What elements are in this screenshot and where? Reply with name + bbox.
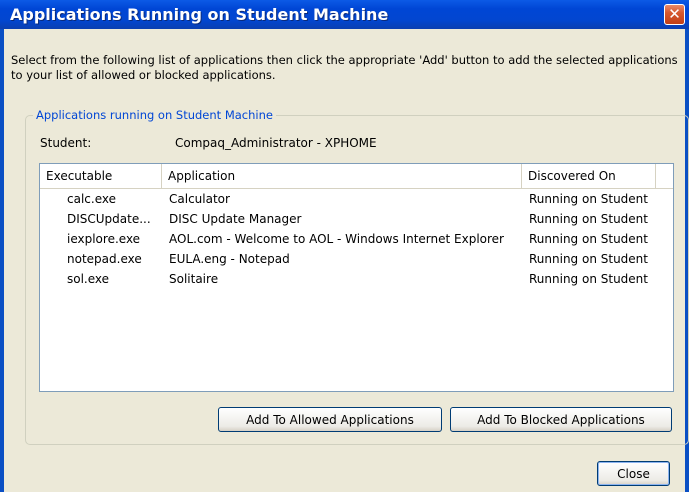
table-row[interactable]: DISCUpdate... DISC Update Manager Runnin… [40, 209, 673, 229]
table-row[interactable]: iexplore.exe AOL.com - Welcome to AOL - … [40, 229, 673, 249]
groupbox-legend: Applications running on Student Machine [33, 108, 276, 122]
cell-executable: sol.exe [67, 272, 110, 286]
cell-executable: calc.exe [67, 192, 116, 206]
column-header-application[interactable]: Application [162, 164, 522, 188]
cell-application: EULA.eng - Notepad [169, 252, 290, 266]
table-row[interactable]: notepad.exe EULA.eng - Notepad Running o… [40, 249, 673, 269]
cell-executable: notepad.exe [67, 252, 142, 266]
cell-executable: iexplore.exe [67, 232, 141, 246]
cell-application: AOL.com - Welcome to AOL - Windows Inter… [169, 232, 504, 246]
cell-discovered-on: Running on Student [529, 232, 648, 246]
dialog-window: Applications Running on Student Machine … [0, 0, 689, 492]
cell-application: DISC Update Manager [169, 212, 302, 226]
close-button[interactable]: Close [597, 461, 670, 486]
title-bar[interactable]: Applications Running on Student Machine … [0, 0, 689, 29]
cell-application: Solitaire [169, 272, 219, 286]
student-label: Student: [40, 136, 92, 150]
column-header-executable[interactable]: Executable [40, 164, 162, 188]
cell-discovered-on: Running on Student [529, 272, 648, 286]
student-value: Compaq_Administrator - XPHOME [175, 136, 377, 150]
add-to-allowed-button[interactable]: Add To Allowed Applications [218, 407, 442, 432]
cell-discovered-on: Running on Student [529, 192, 648, 206]
cell-application: Calculator [169, 192, 230, 206]
list-header: Executable Application Discovered On [40, 164, 673, 189]
window-title: Applications Running on Student Machine [10, 5, 389, 24]
add-to-blocked-button[interactable]: Add To Blocked Applications [450, 407, 672, 432]
cell-discovered-on: Running on Student [529, 212, 648, 226]
table-row[interactable]: calc.exe Calculator Running on Student [40, 189, 673, 209]
column-header-discovered-on[interactable]: Discovered On [522, 164, 656, 188]
instructions-text: Select from the following list of applic… [11, 53, 678, 82]
table-row[interactable]: sol.exe Solitaire Running on Student [40, 269, 673, 289]
applications-list[interactable]: Executable Application Discovered On cal… [39, 163, 674, 392]
close-icon[interactable]: ✕ [664, 4, 685, 25]
cell-executable: DISCUpdate... [67, 212, 151, 226]
cell-discovered-on: Running on Student [529, 252, 648, 266]
